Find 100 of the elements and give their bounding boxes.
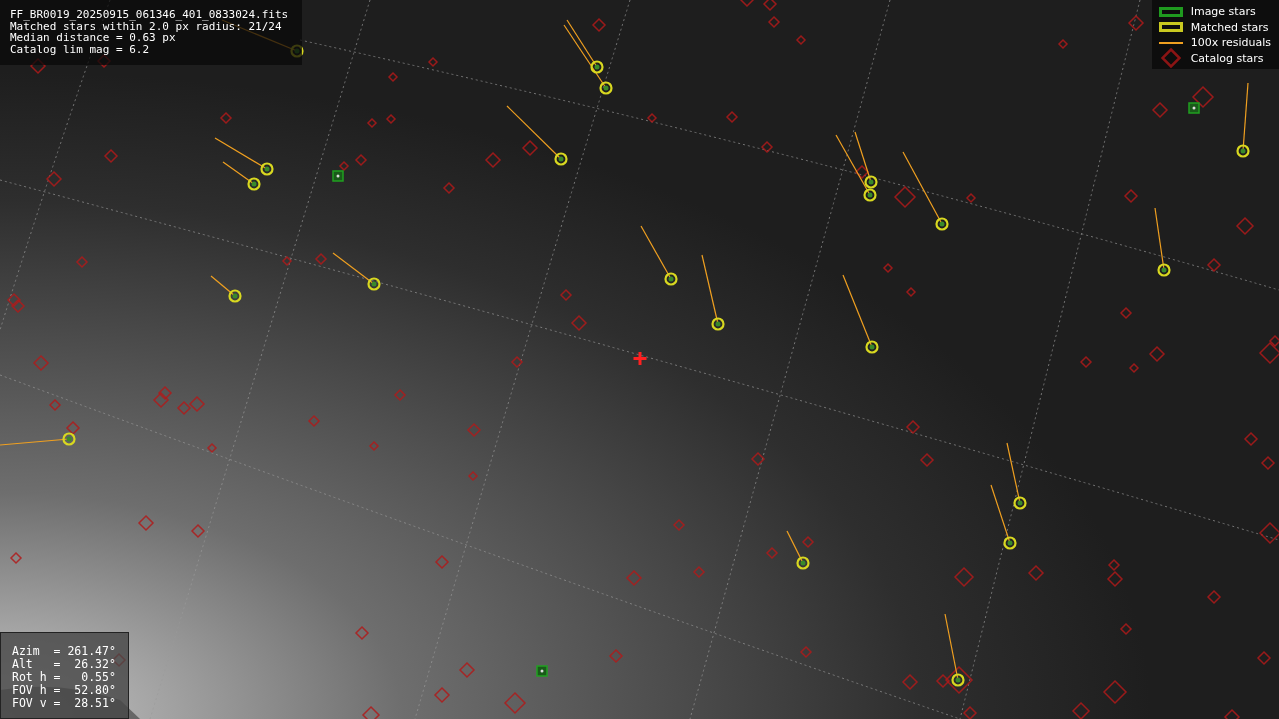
- catalog-star-marker: [1148, 345, 1166, 363]
- residual-line: [563, 24, 607, 89]
- residual-line: [210, 275, 236, 297]
- catalog-star-marker: [1223, 708, 1241, 719]
- catalog-star-marker: [6, 292, 22, 308]
- catalog-star-marker: [1243, 431, 1259, 447]
- residual-line: [944, 613, 959, 681]
- catalog-star-marker: [854, 164, 870, 180]
- catalog-star-marker: [190, 523, 206, 539]
- catalog-star-marker: [307, 414, 321, 428]
- residual-line: [566, 19, 598, 68]
- info-text: Matched stars within 2.0 px radius: 21/24: [10, 20, 282, 32]
- residual-line: [640, 225, 672, 280]
- catalog-star-marker: [427, 56, 439, 68]
- catalog-star-marker: [1123, 188, 1139, 204]
- catalog-star-marker: [919, 452, 935, 468]
- catalog-star-marker: [591, 17, 607, 33]
- catalog-star-marker: [1128, 362, 1140, 374]
- residual-line: [506, 105, 562, 160]
- catalog-star-marker: [45, 170, 63, 188]
- catalog-star-marker: [767, 15, 781, 29]
- catalog-star-marker: [1057, 38, 1069, 50]
- catalog-star-marker: [1119, 306, 1133, 320]
- catalog-star-marker: [434, 554, 450, 570]
- catalog-star-marker: [10, 298, 26, 314]
- catalog-star-marker: [466, 422, 482, 438]
- catalog-star-marker: [393, 388, 407, 402]
- catalog-star-marker: [385, 113, 397, 125]
- catalog-star-marker: [137, 514, 155, 532]
- catalog-star-marker: [458, 661, 476, 679]
- residual-line: [0, 438, 70, 446]
- catalog-star-marker: [338, 160, 350, 172]
- catalog-star-marker: [1071, 701, 1091, 719]
- catalog-star-marker: [103, 148, 119, 164]
- info-text: FF_BR0019_20250915_061346_401_0833024.fits: [10, 9, 289, 21]
- legend-label: Image stars: [1190, 6, 1256, 18]
- catalog-star-marker: [75, 255, 89, 269]
- residual-line: [1006, 442, 1021, 504]
- info-text: Catalog lim mag = 6.2: [10, 43, 151, 55]
- catalog-star-marker: [625, 569, 643, 587]
- catalog-star-marker: [672, 518, 686, 532]
- info-text: Median distance = 0.63 px: [10, 32, 176, 44]
- catalog-star-marker: [354, 153, 368, 167]
- catalog-star-marker: [1106, 570, 1124, 588]
- catalog-star-marker: [799, 645, 813, 659]
- catalog-star-marker: [176, 400, 192, 416]
- residual-line: [990, 484, 1011, 544]
- residual-line: [701, 254, 719, 325]
- catalog-star-marker: [188, 395, 206, 413]
- catalog-star-marker: [762, 0, 778, 12]
- catalog-star-marker: [765, 546, 779, 560]
- catalog-star-marker: [559, 288, 573, 302]
- info-text: Alt = 26.32°: [12, 658, 116, 671]
- catalog-star-marker: [1119, 622, 1133, 636]
- catalog-star-marker: [1107, 558, 1121, 572]
- catalog-star-marker: [1235, 216, 1255, 236]
- catalog-star-marker: [433, 686, 451, 704]
- catalog-star-marker: [152, 391, 170, 409]
- catalog-star-marker: [368, 440, 380, 452]
- catalog-star-marker: [1260, 455, 1276, 471]
- catalog-star-marker: [901, 673, 919, 691]
- catalog-star-marker: [795, 34, 807, 46]
- catalog-star-marker: [484, 151, 502, 169]
- catalog-star-marker: [442, 181, 456, 195]
- info-text: FOV v = 28.51°: [12, 697, 116, 710]
- residual-line: [1242, 82, 1249, 152]
- catalog-star-marker: [965, 192, 977, 204]
- catalog-star-marker: [750, 451, 766, 467]
- catalog-star-marker: [953, 566, 975, 588]
- catalog-star-marker: [467, 470, 479, 482]
- catalog-star-marker: [206, 442, 218, 454]
- catalog-star-marker: [361, 705, 381, 719]
- catalog-star-marker: [739, 0, 755, 8]
- catalog-star-marker: [905, 286, 917, 298]
- catalog-star-marker: [32, 354, 50, 372]
- info-text: Rot h = 0.55°: [12, 671, 116, 684]
- info-text: Azim = 261.47°: [12, 645, 116, 658]
- legend-label: Matched stars: [1190, 21, 1269, 33]
- catalog-star-marker: [1027, 564, 1045, 582]
- legend-label: 100x residuals: [1190, 37, 1271, 49]
- catalog-star-marker: [725, 110, 739, 124]
- catalog-star-marker: [570, 314, 588, 332]
- catalog-star-marker: [962, 705, 978, 719]
- catalog-star-marker: [9, 551, 23, 565]
- catalog-star-marker: [354, 625, 370, 641]
- catalog-star-marker: [882, 262, 894, 274]
- catalog-star-marker: [510, 355, 524, 369]
- catalog-star-marker: [893, 185, 917, 209]
- catalog-star-marker: [387, 71, 399, 83]
- catalog-star-marker: [1127, 14, 1145, 32]
- residual-line: [1154, 207, 1165, 271]
- catalog-star-marker: [760, 140, 774, 154]
- catalog-star-marker: [281, 255, 293, 267]
- catalog-star-marker: [1191, 85, 1215, 109]
- catalog-star-marker: [1256, 650, 1272, 666]
- info-text: FOV h = 52.80°: [12, 684, 116, 697]
- catalog-star-marker: [503, 691, 527, 715]
- catalog-star-marker: [65, 420, 81, 436]
- catalog-star-marker: [905, 419, 921, 435]
- catalog-star-marker: [1151, 101, 1169, 119]
